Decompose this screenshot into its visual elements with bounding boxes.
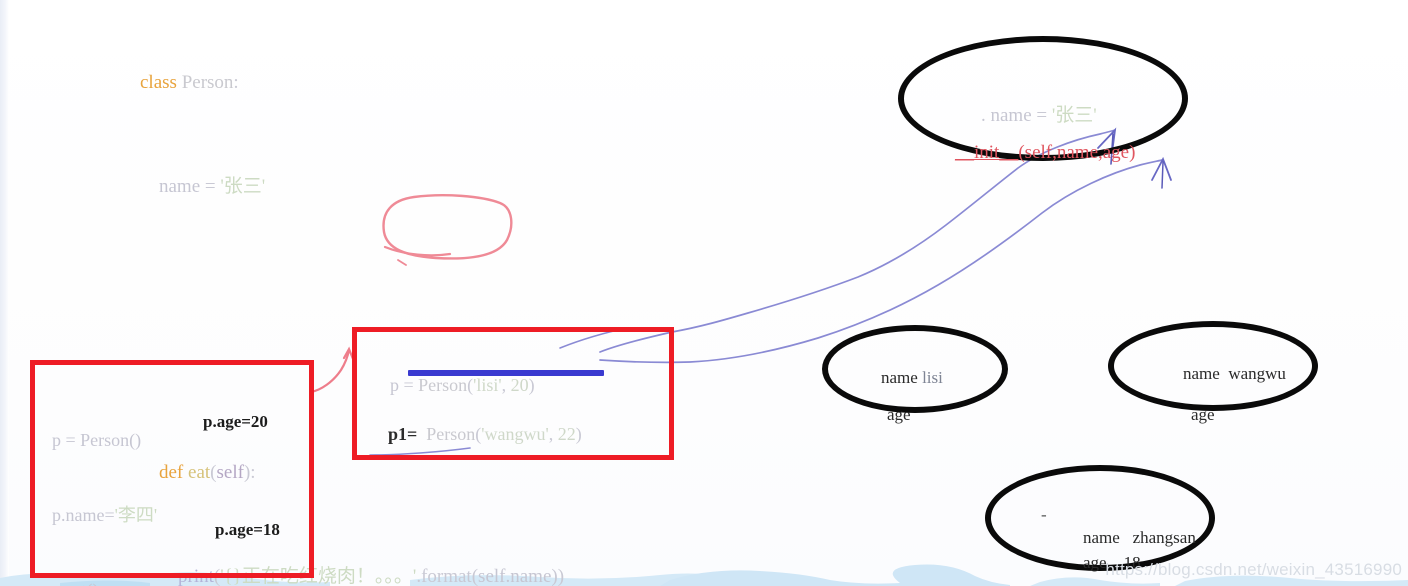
lisi-value-name: lisi: [922, 368, 943, 387]
wangwu-key-age: age: [1191, 405, 1215, 424]
ellipse-init-name: __init__: [955, 142, 1019, 163]
comma-p: ,: [501, 375, 511, 395]
red-box-right-line-2: p1= Person('wangwu', 22): [370, 397, 582, 472]
ellipse-init-signature: __init__(self,name,age): [936, 120, 1135, 186]
annotation-p-age-18: p.age=18: [215, 520, 280, 539]
expr-self-name: self.name: [478, 566, 552, 586]
instance-zhangsan-marker: -: [1041, 505, 1047, 524]
class-name-person: Person: [181, 72, 234, 93]
annotation-p-age-20: p.age=20: [203, 412, 268, 431]
var-p: p: [390, 375, 399, 395]
keyword-class: class: [140, 72, 177, 93]
close-paren-p: ): [528, 375, 535, 395]
wangwu-value-name: wangwu: [1228, 364, 1286, 383]
colon-1: :: [233, 72, 239, 93]
arg-22: 22: [557, 424, 576, 444]
comma-p1: ,: [548, 424, 558, 444]
red-box-left-code: p = Person() p.name='李四' p.eat() p1 = Pe…: [52, 378, 166, 586]
left-edge-strip: [0, 0, 9, 586]
instance-wangwu-row-age: age: [1174, 385, 1215, 445]
left-code-line-3: p.eat(): [52, 578, 166, 586]
ctor-person-2: Person: [417, 424, 476, 444]
blue-arrow-2-head: [1151, 156, 1172, 181]
instance-lisi-row-age: age: [870, 385, 911, 445]
blue-underline-lisi-args: [408, 370, 604, 376]
left-code-line-1: p = Person(): [52, 430, 142, 450]
arg-lisi: 'lisi': [473, 375, 502, 395]
arg-20: 20: [510, 375, 529, 395]
code-line-class-attr-name: name = '张三': [140, 174, 564, 200]
format-call-1: .format: [416, 566, 472, 586]
close-paren-p1: ): [575, 424, 582, 444]
var-p1: p1=: [388, 424, 418, 444]
attr-name: name: [159, 176, 201, 197]
string-zhangsan: '张三': [220, 176, 266, 197]
eq-p: =: [399, 375, 419, 395]
code-blank-1: [140, 278, 564, 304]
code-line-class-person: class Person:: [140, 70, 564, 96]
csdn-watermark: https://blog.csdn.net/weixin_43516990: [1105, 560, 1402, 579]
blue-arrow-2-tail-stroke: [1161, 161, 1164, 189]
wangwu-key-name: name: [1183, 364, 1220, 383]
equals-1: =: [200, 176, 221, 197]
ctor-person-1: Person: [418, 375, 468, 395]
lisi-key-age: age: [887, 405, 911, 424]
left-code-line-2: p.name='李四': [52, 505, 158, 525]
zhangsan-value-name: zhangsan: [1132, 528, 1196, 547]
ellipse-init-args: (self,name,age): [1018, 142, 1136, 163]
whiteboard-page: class Person: name = '张三' def eat(self):…: [0, 0, 1408, 586]
paren-close-3: ): [557, 566, 565, 586]
arg-wangwu: 'wangwu': [481, 424, 549, 444]
zhangsan-key-age: age: [1083, 553, 1107, 572]
